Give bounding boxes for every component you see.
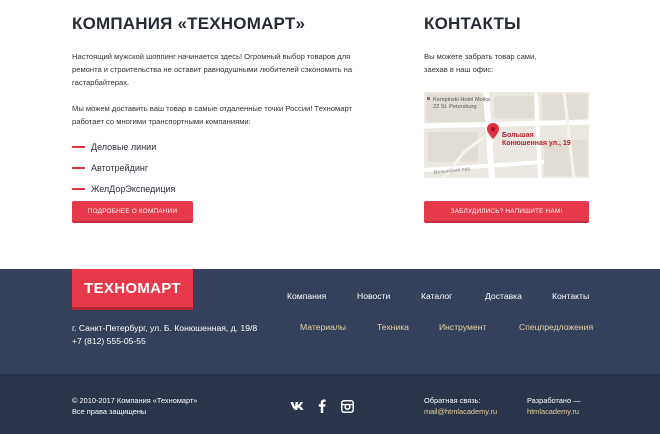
footer-subnav-materials[interactable]: Материалы bbox=[300, 322, 346, 332]
dash-bullet-icon bbox=[72, 145, 85, 148]
dash-bullet-icon bbox=[72, 166, 85, 169]
footer-nav-news[interactable]: Новости bbox=[357, 291, 390, 301]
about-title: КОМПАНИЯ «ТЕХНОМАРТ» bbox=[72, 14, 306, 33]
footer-logo[interactable]: ТЕХНОМАРТ bbox=[72, 269, 193, 307]
feedback-block: Обратная связь: mail@htmlacademy.ru bbox=[424, 396, 497, 417]
copyright: © 2010-2017 Компания «Техномарт» Все пра… bbox=[72, 396, 197, 417]
about-paragraph-2: Мы можем доставить ваш товар в самые отд… bbox=[72, 104, 353, 126]
map-pin-label-2: Конюшенная ул., 19 bbox=[502, 140, 571, 147]
copyright-line-2: Все права защищены bbox=[72, 406, 147, 416]
partner-label: Автотрейдинг bbox=[91, 162, 149, 173]
feedback-label: Обратная связь: bbox=[424, 396, 481, 405]
map-graphic: Kempinski Hotel Moika 22 St. Petersburg … bbox=[424, 92, 589, 178]
more-about-company-button[interactable]: ПОДРОБНЕЕ О КОМПАНИИ bbox=[72, 201, 193, 221]
contacts-title: КОНТАКТЫ bbox=[424, 14, 521, 33]
about-section: КОМПАНИЯ «ТЕХНОМАРТ» Настоящий мужской ш… bbox=[72, 14, 372, 199]
list-item: Автотрейдинг bbox=[72, 157, 372, 178]
vk-icon[interactable] bbox=[290, 399, 304, 413]
developer-label: Разработано — bbox=[527, 396, 581, 405]
contacts-section: КОНТАКТЫ Вы можете забрать товар сами, з… bbox=[424, 14, 594, 76]
copyright-line-1: © 2010-2017 Компания «Техномарт» bbox=[72, 396, 198, 405]
list-item: ЖелДорЭкспедиция bbox=[72, 178, 372, 199]
contacts-line-1: Вы можете забрать товар сами, bbox=[424, 52, 537, 61]
developer-block: Разработано — htmlacademy.ru bbox=[527, 396, 581, 417]
facebook-icon[interactable] bbox=[315, 399, 329, 413]
footer-subnav-tech[interactable]: Техника bbox=[377, 322, 409, 332]
map-pin-label-1: Большая bbox=[502, 132, 534, 139]
lost-write-us-button[interactable]: ЗАБЛУДИЛИСЬ? НАПИШИТЕ НАМ! bbox=[424, 201, 589, 221]
hotel-icon bbox=[427, 97, 430, 100]
developer-link[interactable]: htmlacademy.ru bbox=[527, 407, 579, 416]
contacts-line-2: заехав в наш офис: bbox=[424, 65, 494, 74]
partner-label: Деловые линии bbox=[91, 141, 157, 152]
partner-label: ЖелДорЭкспедиция bbox=[91, 183, 176, 194]
footer-nav-delivery[interactable]: Доставка bbox=[485, 291, 522, 301]
instagram-icon[interactable] bbox=[340, 399, 354, 413]
address-line: г. Санкт-Петербург, ул. Б. Конюшенная, д… bbox=[72, 323, 258, 333]
list-item: Деловые линии bbox=[72, 136, 372, 157]
footer-nav-contacts[interactable]: Контакты bbox=[552, 291, 589, 301]
phone-number: +7 (812) 555-05-55 bbox=[72, 336, 146, 346]
footer-address: г. Санкт-Петербург, ул. Б. Конюшенная, д… bbox=[72, 322, 257, 348]
about-paragraph-1: Настоящий мужской шоппинг начинается зде… bbox=[72, 52, 353, 87]
office-map[interactable]: Kempinski Hotel Moika 22 St. Petersburg … bbox=[424, 92, 589, 178]
partners-list: Деловые линии Автотрейдинг ЖелДорЭкспеди… bbox=[72, 136, 372, 199]
map-hotel-label-1: Kempinski Hotel Moika bbox=[433, 97, 491, 103]
footer-subnav-tools[interactable]: Инструмент bbox=[439, 322, 486, 332]
dash-bullet-icon bbox=[72, 187, 85, 190]
footer-subnav-special[interactable]: Спецпредложения bbox=[519, 322, 593, 332]
map-hotel-label-2: 22 St. Petersburg bbox=[433, 104, 477, 110]
footer-nav-company[interactable]: Компания bbox=[287, 291, 326, 301]
footer-nav-catalog[interactable]: Каталог bbox=[421, 291, 452, 301]
feedback-email-link[interactable]: mail@htmlacademy.ru bbox=[424, 407, 497, 416]
